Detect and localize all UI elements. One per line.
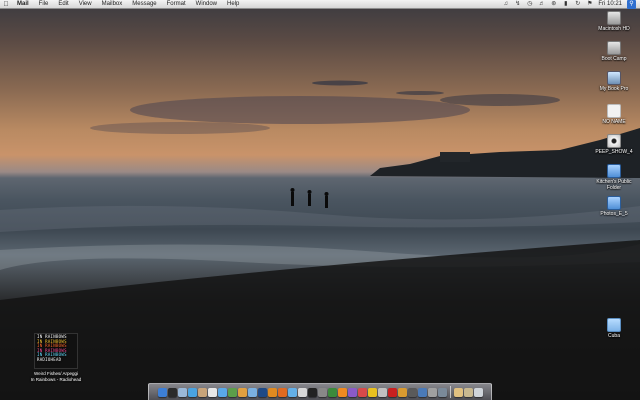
dock-separator: [449, 386, 451, 398]
battery-icon[interactable]: ▮: [562, 0, 569, 9]
spotlight-icon[interactable]: ⚲: [627, 0, 636, 9]
menu-format[interactable]: Format: [162, 0, 191, 9]
menu-mailbox[interactable]: Mailbox: [97, 0, 128, 9]
desktop-icon-boot-camp[interactable]: Boot Camp: [589, 41, 639, 62]
dock-quicktime-icon[interactable]: [417, 387, 427, 397]
dock-system-preferences-icon[interactable]: [317, 387, 327, 397]
shared-folder-icon: [607, 196, 621, 210]
volume-icon[interactable]: ♬: [538, 0, 545, 9]
dock-photoshop-icon[interactable]: [257, 387, 267, 397]
dock-textedit-icon[interactable]: [297, 387, 307, 397]
desktop-icon-my-book-pro[interactable]: My Book Pro: [589, 71, 639, 92]
dock-firefox-icon[interactable]: [277, 387, 287, 397]
desktop-icon-photos-e-5[interactable]: Photos_E_5: [589, 196, 639, 217]
dock-preview-icon[interactable]: [247, 387, 257, 397]
bluetooth-icon[interactable]: ↯: [514, 0, 521, 9]
desktop-icon-label: PEEP_SHOW_4: [595, 149, 633, 155]
shared-folder-icon: [607, 164, 621, 178]
desktop-icon-peep-show-4[interactable]: PEEP_SHOW_4: [589, 134, 639, 155]
dock-illustrator-icon[interactable]: [267, 387, 277, 397]
dock-iphoto-icon[interactable]: [227, 387, 237, 397]
album-art-line: RADIOHEAD: [37, 356, 62, 362]
time-machine-icon[interactable]: ◷: [526, 0, 533, 9]
desktop-wallpaper: [0, 0, 640, 400]
dock-disk-utility-icon[interactable]: [427, 387, 437, 397]
menu-file[interactable]: File: [34, 0, 54, 9]
dock-dashboard-icon[interactable]: [167, 387, 177, 397]
dock-address-book-icon[interactable]: [197, 387, 207, 397]
desktop-icon-label: Cuba: [608, 333, 620, 339]
dock-itunes-icon[interactable]: [217, 387, 227, 397]
dock-handbrake-icon[interactable]: [397, 387, 407, 397]
dock-app-store-icon[interactable]: [347, 387, 357, 397]
menu-bar:  Mail File Edit View Mailbox Message Fo…: [0, 0, 640, 9]
desktop-icon-label: Kitchen's Public Folder: [596, 179, 632, 191]
menu-view[interactable]: View: [74, 0, 97, 9]
dock-utility-icon[interactable]: [377, 387, 387, 397]
dock-toast-icon[interactable]: [367, 387, 377, 397]
wifi-icon[interactable]: ⊛: [550, 0, 557, 9]
hard-drive-icon: [607, 11, 621, 25]
apple-icon[interactable]: : [0, 0, 12, 9]
dock-downloads-stack-icon[interactable]: [463, 387, 473, 397]
dock-garageband-icon[interactable]: [237, 387, 247, 397]
desktop-icon-kitchens-public-folder[interactable]: Kitchen's Public Folder: [589, 164, 639, 191]
menu-extras: ♫ ↯ ◷ ♬ ⊛ ▮ ↻ ⚑ Fri 10:21 ⚲: [502, 0, 636, 9]
dock-safari-icon[interactable]: [187, 387, 197, 397]
dock-calculator-icon[interactable]: [407, 387, 417, 397]
desktop-icon-no-name[interactable]: NO NAME: [589, 104, 639, 125]
sync-icon[interactable]: ↻: [574, 0, 581, 9]
dock-ftp-client-icon[interactable]: [357, 387, 367, 397]
dock: [148, 383, 492, 400]
flag-icon[interactable]: ⚑: [586, 0, 593, 9]
dock-mail-icon[interactable]: [177, 387, 187, 397]
desktop-icon-label: NO NAME: [602, 119, 626, 125]
dock-finder-icon[interactable]: [157, 387, 167, 397]
album-art: IN RAINBOWS IN RAINBOWS IN RAINBOWS IN R…: [34, 333, 78, 369]
hard-drive-icon: [607, 41, 621, 55]
desktop-icon-label: Boot Camp: [601, 56, 627, 62]
itunes-icon[interactable]: ♫: [502, 0, 509, 9]
dock-activity-monitor-icon[interactable]: [327, 387, 337, 397]
dock-ical-icon[interactable]: [207, 387, 217, 397]
now-playing-album-artist: In Rainbows - Radiohead: [30, 377, 82, 382]
external-drive-icon: [607, 71, 621, 85]
menu-window[interactable]: Window: [191, 0, 222, 9]
dock-trash-icon[interactable]: [473, 387, 483, 397]
desktop-icon-macintosh-hd[interactable]: Macintosh HD: [589, 11, 639, 32]
menu-clock[interactable]: Fri 10:21: [598, 0, 622, 9]
dock-terminal-icon[interactable]: [307, 387, 317, 397]
desktop-icon-label: Macintosh HD: [598, 26, 630, 32]
menu-message[interactable]: Message: [127, 0, 161, 9]
dock-acrobat-icon[interactable]: [387, 387, 397, 397]
blank-disk-icon: [607, 104, 621, 118]
cd-icon: [607, 134, 621, 148]
desktop-icon-cuba[interactable]: Cuba: [589, 318, 639, 339]
menu-mail[interactable]: Mail: [12, 0, 34, 9]
dock-network-utility-icon[interactable]: [437, 387, 447, 397]
desktop-icon-label: Photos_E_5: [600, 211, 628, 217]
dock-ichat-icon[interactable]: [287, 387, 297, 397]
desktop-icon-label: My Book Pro: [599, 86, 629, 92]
dock-documents-stack-icon[interactable]: [453, 387, 463, 397]
folder-icon: [607, 318, 621, 332]
now-playing-widget[interactable]: IN RAINBOWS IN RAINBOWS IN RAINBOWS IN R…: [28, 333, 84, 383]
dock-vlc-icon[interactable]: [337, 387, 347, 397]
menu-help[interactable]: Help: [222, 0, 244, 9]
menu-edit[interactable]: Edit: [53, 0, 73, 9]
